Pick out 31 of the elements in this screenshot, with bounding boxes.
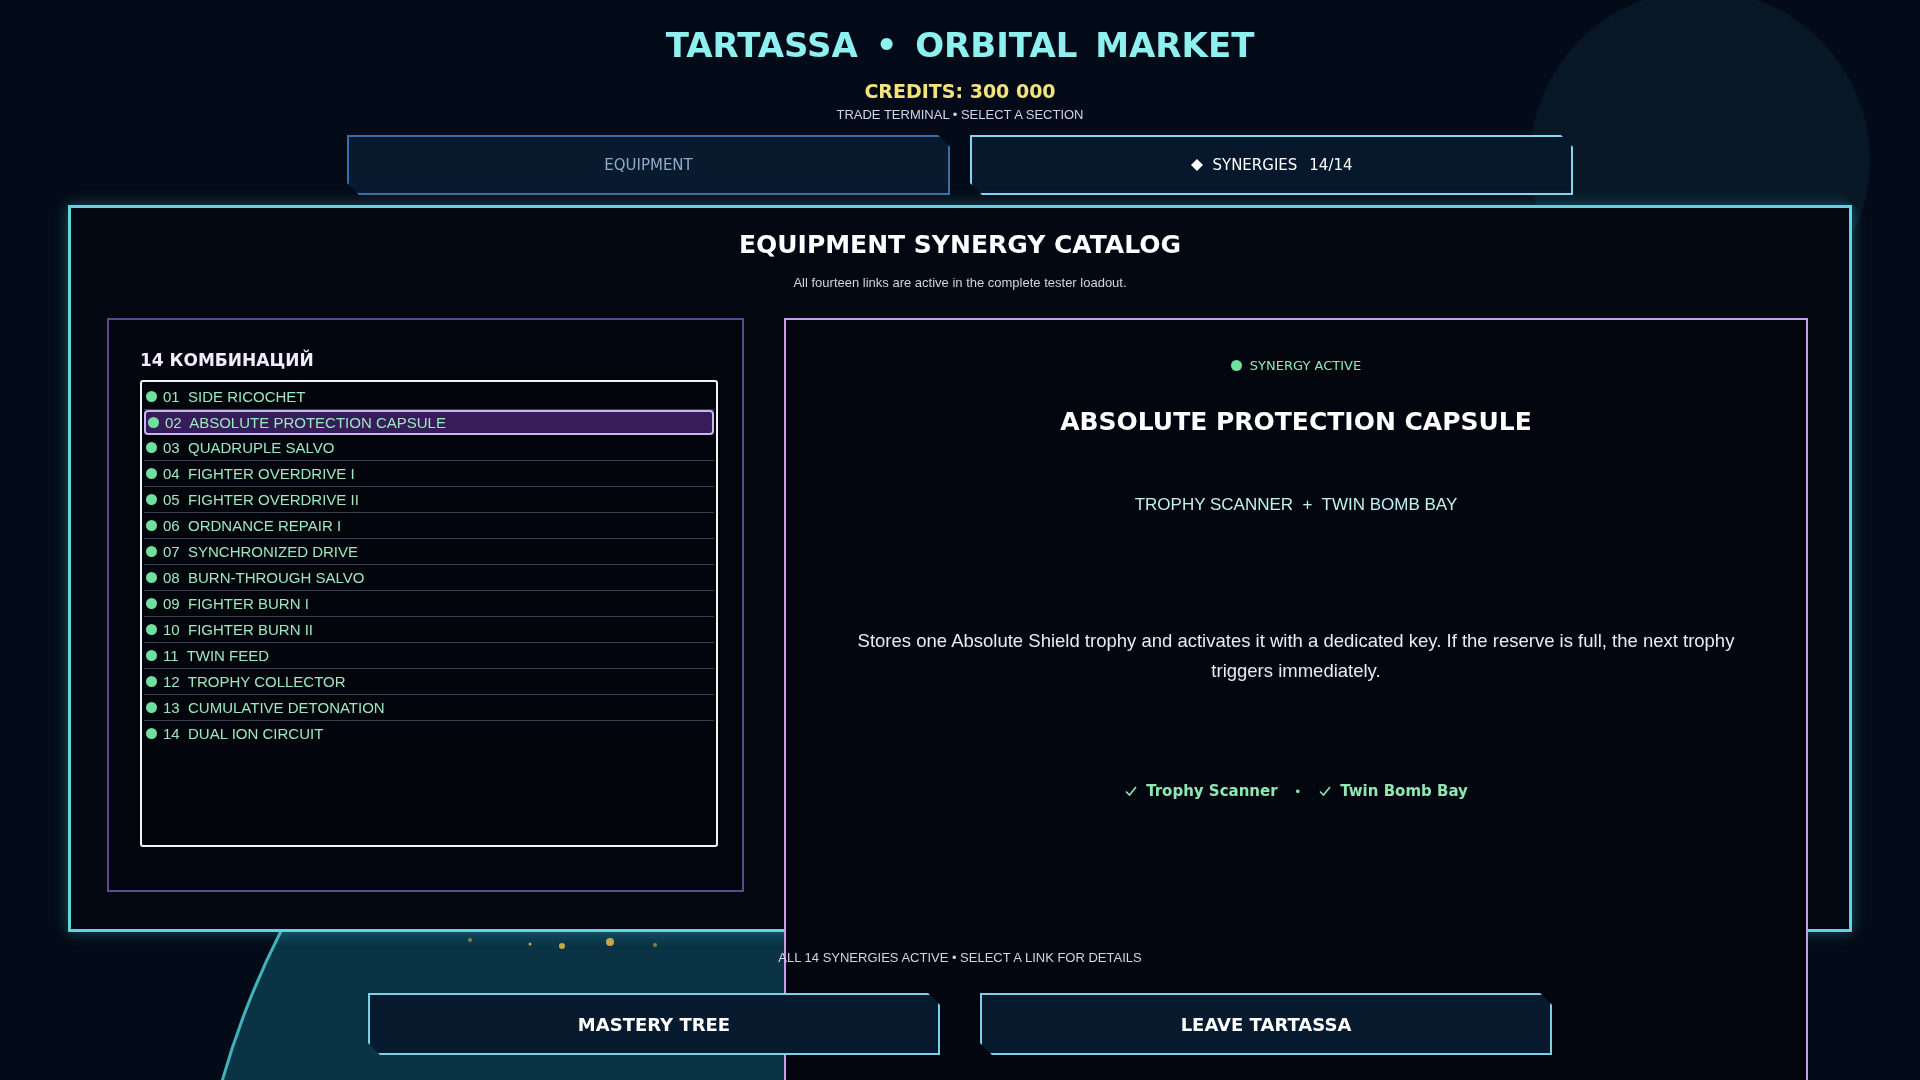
requirement-label: Twin Bomb Bay: [1340, 782, 1468, 800]
synergy-title: ABSOLUTE PROTECTION CAPSULE: [1060, 408, 1532, 436]
synergy-item[interactable]: 12 TROPHY COLLECTOR: [144, 669, 714, 695]
separator-dot: •: [1295, 783, 1301, 799]
synergy-item[interactable]: 10 FIGHTER BURN II: [144, 617, 714, 643]
synergy-description: Stores one Absolute Shield trophy and activates it with a dedicated key. If the reserve is full, the next trophy triggers immediately.: [856, 629, 1736, 683]
synergy-item[interactable]: 06 ORDNANCE REPAIR I: [144, 513, 714, 539]
catalog-title: EQUIPMENT SYNERGY CATALOG: [738, 229, 1182, 261]
component-pair: TROPHY SCANNER + TWIN BOMB BAY: [1134, 495, 1458, 515]
synergy-item[interactable]: 08 BURN-THROUGH SALVO: [144, 565, 714, 591]
synergy-item[interactable]: 14 DUAL ION CIRCUIT: [144, 721, 714, 746]
section-hint: TRADE TERMINAL • SELECT A SECTION: [836, 107, 1084, 123]
credits-balance: CREDITS: 300 000: [864, 80, 1056, 102]
synergy-item[interactable]: 09 FIGHTER BURN I: [144, 591, 714, 617]
catalog-subtitle: All fourteen links are active in the complete tester loadout.: [793, 275, 1127, 291]
section-tab[interactable]: EQUIPMENT: [347, 135, 950, 195]
synergy-item[interactable]: 02 ABSOLUTE PROTECTION CAPSULE: [144, 410, 714, 435]
status-label: SYNERGY ACTIVE: [1249, 357, 1362, 373]
synergy-item[interactable]: 11 TWIN FEED: [144, 643, 714, 669]
nav-button[interactable]: MASTERY TREE: [368, 993, 940, 1055]
synergy-item[interactable]: 07 SYNCHRONIZED DRIVE: [144, 539, 714, 565]
list-heading: 14 КОМБИНАЦИЙ: [140, 348, 315, 372]
synergy-item[interactable]: 13 CUMULATIVE DETONATION: [144, 695, 714, 721]
synergy-item[interactable]: 04 FIGHTER OVERDRIVE I: [144, 461, 714, 487]
synergy-item[interactable]: 05 FIGHTER OVERDRIVE II: [144, 487, 714, 513]
synergy-item[interactable]: 03 QUADRUPLE SALVO: [144, 435, 714, 461]
nav-button[interactable]: LEAVE TARTASSA: [980, 993, 1552, 1055]
diamond-icon: [1190, 158, 1205, 172]
page-title: TARTASSA • ORBITAL MARKET: [665, 24, 1255, 67]
requirement-label: Trophy Scanner: [1146, 782, 1278, 800]
section-tab[interactable]: SYNERGIES 14/14: [970, 135, 1573, 195]
